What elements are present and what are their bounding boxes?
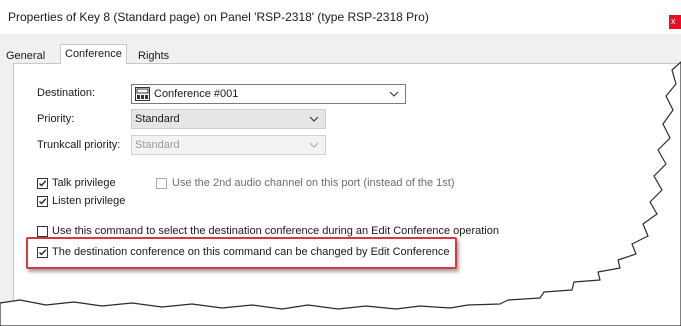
properties-dialog: Properties of Key 8 (Standard page) on P… xyxy=(0,0,681,326)
tab-conference[interactable]: Conference xyxy=(60,44,127,64)
